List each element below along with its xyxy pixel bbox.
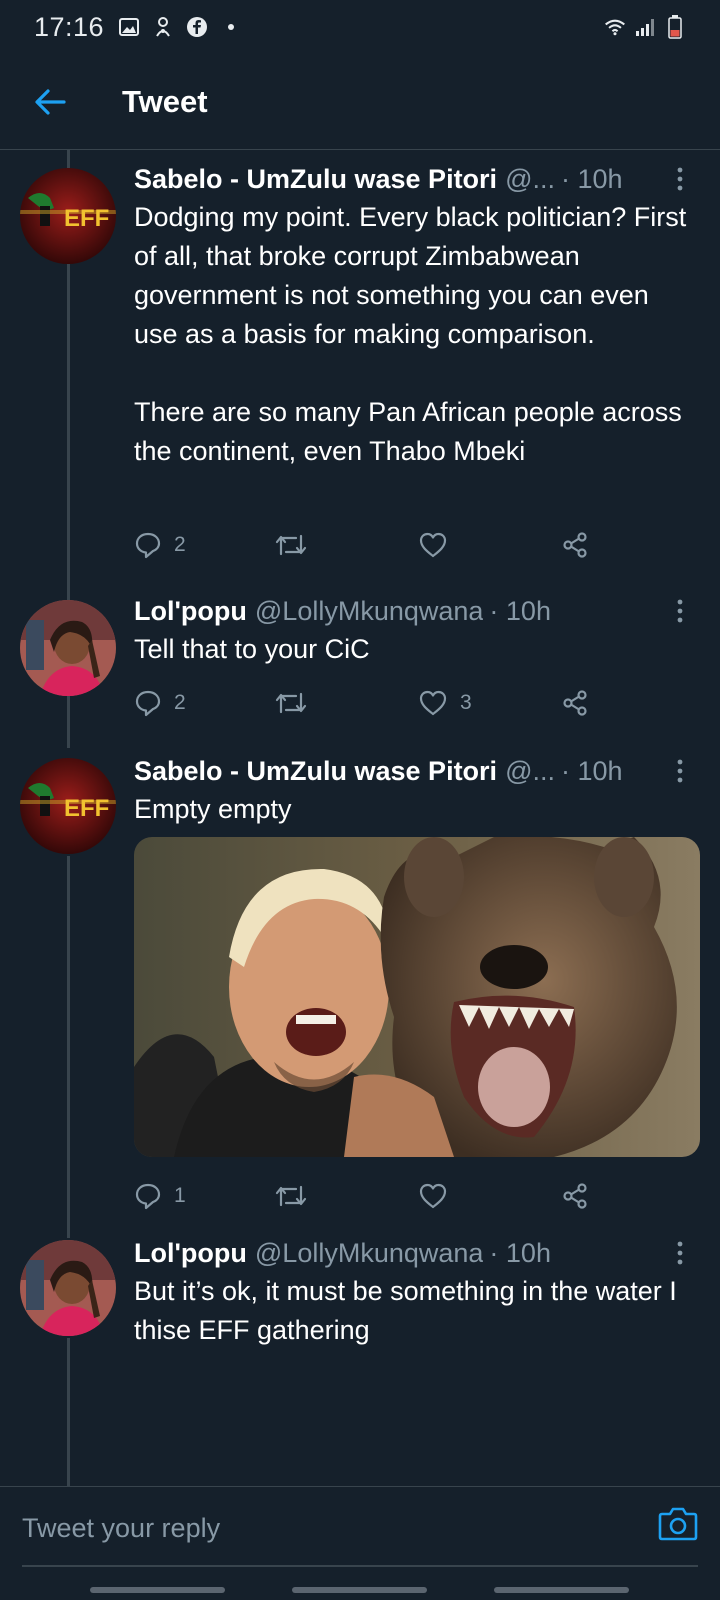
profile-photo-avatar[interactable]	[20, 600, 116, 696]
heart-icon	[419, 1183, 447, 1209]
retweet-icon	[275, 534, 307, 556]
retweet-button[interactable]	[274, 532, 308, 558]
reply-button[interactable]: 2	[134, 531, 186, 559]
tweet-paragraph: There are so many Pan African people acr…	[134, 397, 682, 466]
gesture-nav-hint	[90, 1587, 225, 1593]
like-button[interactable]: 3	[418, 689, 472, 717]
like-button[interactable]	[418, 531, 448, 559]
input-divider	[22, 1565, 698, 1567]
tweet-time: · 10h	[561, 755, 623, 786]
gesture-nav-hint	[292, 1587, 427, 1593]
thread-connector	[67, 696, 70, 748]
more-vertical-icon	[677, 1241, 683, 1265]
tweet-time: · 10h	[561, 163, 623, 194]
tweet-text: Dodging my point. Every black politician…	[134, 198, 690, 471]
author-name[interactable]: Sabelo - UmZulu wase Pitori	[134, 164, 497, 195]
status-time: 17:16	[34, 11, 105, 42]
camera-button[interactable]	[658, 1505, 698, 1545]
profile-photo-avatar[interactable]	[20, 1240, 116, 1336]
more-options-button[interactable]	[668, 164, 692, 194]
signal-icon	[634, 16, 656, 38]
tweet-actions: 2 3	[134, 683, 614, 723]
thread-connector	[67, 264, 70, 604]
more-vertical-icon	[677, 167, 683, 191]
share-button[interactable]	[560, 1182, 590, 1210]
eff-logo-avatar[interactable]: EFF	[20, 758, 116, 854]
share-button[interactable]	[560, 689, 590, 717]
photo-laughing-man-and-hyena	[134, 837, 700, 1157]
author-name[interactable]: Sabelo - UmZulu wase Pitori	[134, 756, 497, 787]
tweet-text: Tell that to your CiC	[134, 630, 690, 669]
share-icon	[563, 1183, 587, 1209]
status-bar: 17:16	[0, 0, 720, 54]
author-handle[interactable]: @LollyMkunqwana	[255, 596, 484, 627]
gesture-nav-hint	[494, 1587, 629, 1593]
thread-connector	[67, 856, 70, 1238]
reply-input[interactable]: Tweet your reply	[22, 1501, 622, 1555]
reply-composer-bar: Tweet your reply	[0, 1486, 720, 1600]
share-icon	[563, 690, 587, 716]
thread-connector	[67, 150, 70, 168]
more-vertical-icon	[677, 599, 683, 623]
reply-icon	[135, 690, 161, 717]
retweet-icon	[275, 692, 307, 714]
reply-button[interactable]: 1	[134, 1182, 186, 1210]
like-count: 3	[460, 691, 472, 714]
heart-icon	[419, 532, 447, 558]
tweet-paragraph: Dodging my point. Every black politician…	[134, 202, 687, 349]
thread-connector	[67, 1338, 70, 1486]
camera-icon	[658, 1507, 698, 1541]
tweet-time: · 10h	[489, 1237, 551, 1268]
like-button[interactable]	[418, 1182, 448, 1210]
author-handle[interactable]: @LollyMkunqwana	[255, 1238, 484, 1269]
tweet-actions: 1	[134, 1176, 614, 1216]
back-button[interactable]	[30, 82, 70, 122]
author-handle[interactable]: @...	[505, 756, 555, 787]
tweet-text: Empty empty	[134, 790, 690, 829]
heart-icon	[419, 690, 447, 716]
tweet-paragraph: But it’s ok, it must be something in the…	[134, 1276, 677, 1345]
tweet-time: · 10h	[489, 595, 551, 626]
tweet-paragraph: Empty empty	[134, 794, 292, 824]
app-notification-icon	[152, 16, 174, 38]
conversation-thread: EFF Sabelo - UmZulu wase Pitori @... · 1…	[0, 150, 720, 1486]
more-vertical-icon	[677, 759, 683, 783]
retweet-button[interactable]	[274, 1183, 308, 1209]
tweet-photo[interactable]	[134, 837, 700, 1157]
eff-logo-text: EFF	[64, 795, 109, 822]
page-title: Tweet	[122, 83, 208, 119]
reply-icon	[135, 532, 161, 559]
tweet-paragraph: Tell that to your CiC	[134, 634, 370, 664]
gallery-notification-icon	[118, 16, 140, 38]
facebook-notification-icon	[186, 16, 208, 38]
battery-low-icon	[664, 15, 686, 39]
reply-count: 1	[174, 1184, 186, 1207]
more-options-button[interactable]	[668, 1238, 692, 1268]
share-button[interactable]	[560, 531, 590, 559]
author-name[interactable]: Lol'popu	[134, 596, 247, 627]
tweet-actions: 2	[134, 525, 614, 565]
retweet-button[interactable]	[274, 690, 308, 716]
reply-icon	[135, 1183, 161, 1210]
more-notifications-dot-icon	[220, 16, 242, 38]
reply-count: 2	[174, 533, 186, 556]
top-app-bar: Tweet	[0, 54, 720, 150]
eff-logo-avatar[interactable]: EFF	[20, 168, 116, 264]
share-icon	[563, 532, 587, 558]
tweet-text: But it’s ok, it must be something in the…	[134, 1272, 690, 1350]
author-name[interactable]: Lol'popu	[134, 1238, 247, 1269]
reply-button[interactable]: 2	[134, 689, 186, 717]
more-options-button[interactable]	[668, 596, 692, 626]
eff-logo-text: EFF	[64, 205, 109, 232]
retweet-icon	[275, 1185, 307, 1207]
back-arrow-icon	[35, 88, 66, 115]
author-handle[interactable]: @...	[505, 164, 555, 195]
reply-count: 2	[174, 691, 186, 714]
wifi-icon	[604, 16, 626, 38]
more-options-button[interactable]	[668, 756, 692, 786]
